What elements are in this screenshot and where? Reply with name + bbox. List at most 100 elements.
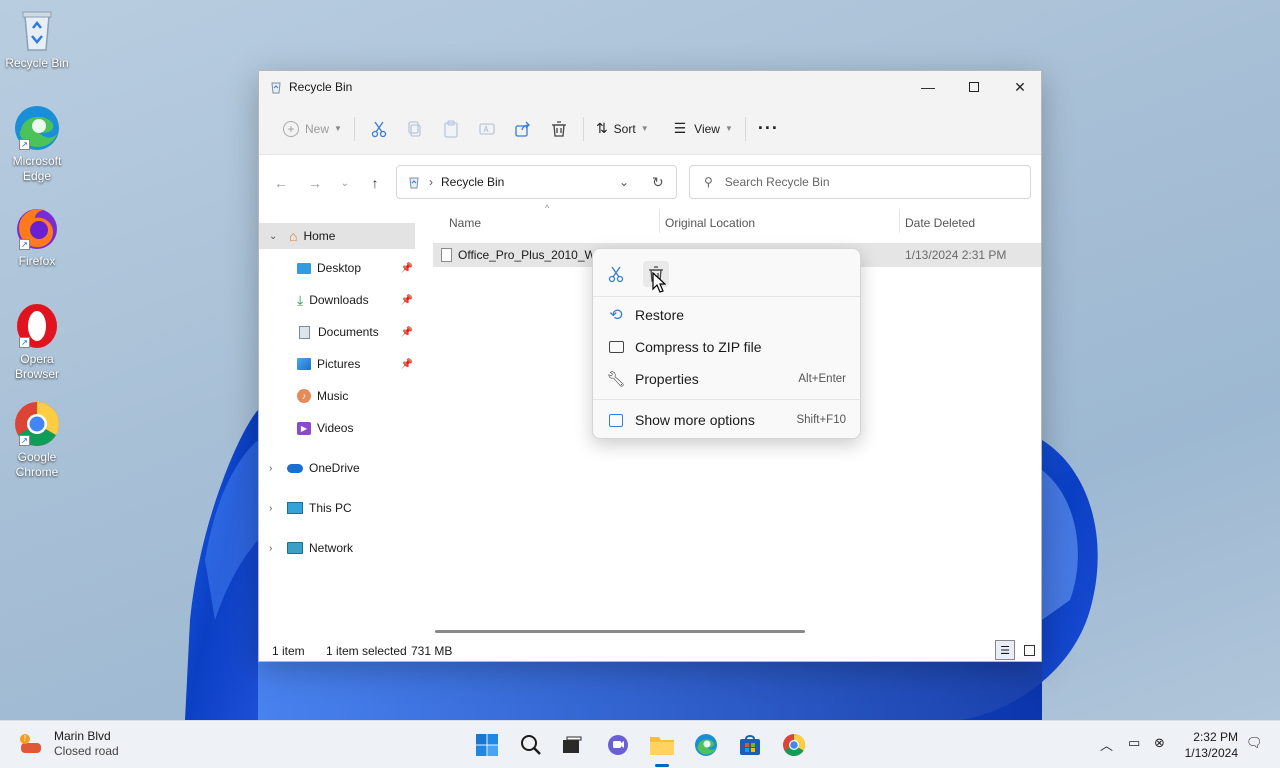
sidebar-item-onedrive[interactable]: › OneDrive — [259, 455, 415, 481]
chevron-down-icon: ⌄ — [269, 230, 278, 242]
start-button[interactable] — [471, 729, 503, 761]
sort-button[interactable]: ⇅ Sort ▼ — [590, 113, 655, 145]
network-status-icon[interactable]: ▭ — [1128, 735, 1140, 751]
store-icon — [740, 735, 760, 755]
sidebar-item-documents[interactable]: Documents 📌 — [259, 319, 415, 345]
home-icon: ⌂ — [289, 228, 298, 244]
view-label: View — [694, 121, 720, 136]
more-options-button[interactable]: ··· — [752, 113, 785, 145]
sidebar-item-music[interactable]: ♪ Music — [259, 383, 415, 409]
column-divider[interactable] — [659, 209, 660, 233]
desktop-icon-chrome[interactable]: ↗ Google Chrome — [2, 400, 72, 480]
pin-icon[interactable]: 📌 — [401, 327, 413, 338]
file-explorer-taskbar-button[interactable] — [646, 729, 678, 767]
title-bar[interactable]: Recycle Bin — ✕ — [259, 71, 1041, 103]
context-item-show-more[interactable]: Show more options Shift+F10 — [593, 404, 862, 436]
folder-icon — [650, 737, 674, 755]
forward-button[interactable]: → — [305, 173, 325, 193]
delete-button[interactable] — [541, 113, 577, 145]
task-view-button[interactable] — [556, 729, 588, 761]
chevron-down-icon: ▼ — [640, 124, 649, 133]
horizontal-scrollbar[interactable] — [435, 630, 805, 633]
search-button[interactable] — [515, 729, 547, 761]
clock-date: 1/13/2024 — [1184, 746, 1238, 760]
maximize-button[interactable] — [951, 71, 997, 103]
context-cut-button[interactable] — [603, 261, 629, 287]
sidebar-item-downloads[interactable]: ⤓ Downloads 📌 — [259, 287, 415, 313]
column-header-original-location[interactable]: Original Location — [665, 216, 755, 230]
chat-button[interactable] — [602, 729, 634, 761]
tiles-view-button[interactable] — [1019, 640, 1039, 660]
chrome-icon — [783, 734, 805, 756]
desktop-icon-label: Recycle Bin — [5, 56, 69, 70]
pictures-icon — [297, 358, 311, 370]
store-taskbar-button[interactable] — [734, 729, 766, 761]
sidebar-item-videos[interactable]: ▶ Videos — [259, 415, 415, 441]
share-icon — [515, 121, 530, 137]
recent-locations-button[interactable]: ⌄ — [335, 173, 355, 193]
toolbar-divider — [353, 116, 355, 141]
weather-widget[interactable]: ! Marin Blvd Closed road — [18, 729, 119, 759]
details-view-button[interactable]: ☰ — [995, 640, 1015, 660]
address-bar[interactable]: › Recycle Bin ⌄ ↻ — [396, 165, 677, 199]
desktop-icon-recycle-bin[interactable]: Recycle Bin — [2, 6, 72, 71]
chat-icon — [608, 735, 628, 755]
file-date-deleted: 1/13/2024 2:31 PM — [905, 248, 1007, 262]
notification-icon[interactable]: 🗨︎ — [1246, 735, 1263, 751]
desktop-icon-label: Opera Browser — [14, 352, 59, 381]
address-dropdown-icon[interactable]: ⌄ — [619, 175, 629, 189]
refresh-icon[interactable]: ↻ — [652, 174, 664, 191]
desktop-icon-opera[interactable]: ↗ Opera Browser — [2, 302, 72, 382]
sidebar-item-this-pc[interactable]: › This PC — [259, 495, 415, 521]
pin-icon[interactable]: 📌 — [401, 359, 413, 370]
arrow-up-icon: ↑ — [371, 175, 379, 191]
up-button[interactable]: ↑ — [365, 173, 385, 193]
mouse-cursor-icon — [652, 272, 666, 293]
chrome-taskbar-button[interactable] — [778, 729, 810, 761]
widget-subtitle: Closed road — [54, 744, 119, 758]
show-hidden-icons-button[interactable]: ︿ — [1100, 735, 1113, 754]
column-header-date-deleted[interactable]: Date Deleted — [905, 216, 975, 230]
volume-muted-icon[interactable]: ⊗ — [1154, 735, 1165, 751]
column-divider[interactable] — [899, 209, 900, 233]
sidebar-item-pictures[interactable]: Pictures 📌 — [259, 351, 415, 377]
sidebar-item-label: Network — [309, 541, 354, 555]
share-button[interactable] — [505, 113, 541, 145]
windows-logo-icon — [476, 734, 498, 756]
view-button[interactable]: ☰ View ▼ — [668, 113, 739, 145]
context-item-label: Restore — [635, 307, 685, 323]
pin-icon[interactable]: 📌 — [401, 263, 413, 274]
cut-button[interactable] — [361, 113, 397, 145]
desktop-icon-label: Microsoft Edge — [12, 154, 62, 183]
context-item-restore[interactable]: ⟲ Restore — [593, 299, 862, 331]
context-item-compress[interactable]: Compress to ZIP file — [593, 331, 862, 363]
paste-button[interactable] — [433, 113, 469, 145]
clock[interactable]: 2:32 PM 1/13/2024 — [1180, 729, 1238, 761]
close-button[interactable]: ✕ — [997, 71, 1043, 103]
new-label: New — [305, 121, 330, 136]
pin-icon[interactable]: 📌 — [401, 295, 413, 306]
desktop-icon-edge[interactable]: ↗ Microsoft Edge — [2, 104, 72, 184]
back-button[interactable]: ← — [271, 173, 291, 193]
view-list-icon: ☰ — [673, 120, 687, 136]
desktop-icon-firefox[interactable]: ↗ Firefox — [2, 204, 72, 269]
column-header-name[interactable]: Name — [449, 216, 481, 230]
status-bar: 1 item 1 item selected 731 MB ☰ — [259, 639, 1041, 663]
sidebar-item-desktop[interactable]: Desktop 📌 — [259, 255, 415, 281]
edge-taskbar-button[interactable] — [690, 729, 722, 761]
breadcrumb[interactable]: Recycle Bin — [441, 175, 504, 189]
desktop-folder-icon — [297, 262, 311, 274]
rename-button[interactable] — [469, 113, 505, 145]
minimize-button[interactable]: — — [905, 71, 951, 103]
sidebar-item-network[interactable]: › Network — [259, 535, 415, 561]
chevron-right-icon: › — [269, 462, 273, 474]
context-item-properties[interactable]: 🔧︎ Properties Alt+Enter — [593, 363, 862, 395]
sidebar-item-home[interactable]: ⌄ ⌂ Home — [259, 223, 415, 249]
copy-button[interactable] — [397, 113, 433, 145]
new-button[interactable]: + New ▼ — [277, 113, 348, 145]
music-icon: ♪ — [297, 389, 311, 403]
search-input[interactable]: ⚲ Search Recycle Bin — [689, 165, 1031, 199]
scissors-icon — [371, 121, 387, 137]
network-icon — [287, 542, 303, 554]
toolbar-divider — [661, 117, 662, 141]
